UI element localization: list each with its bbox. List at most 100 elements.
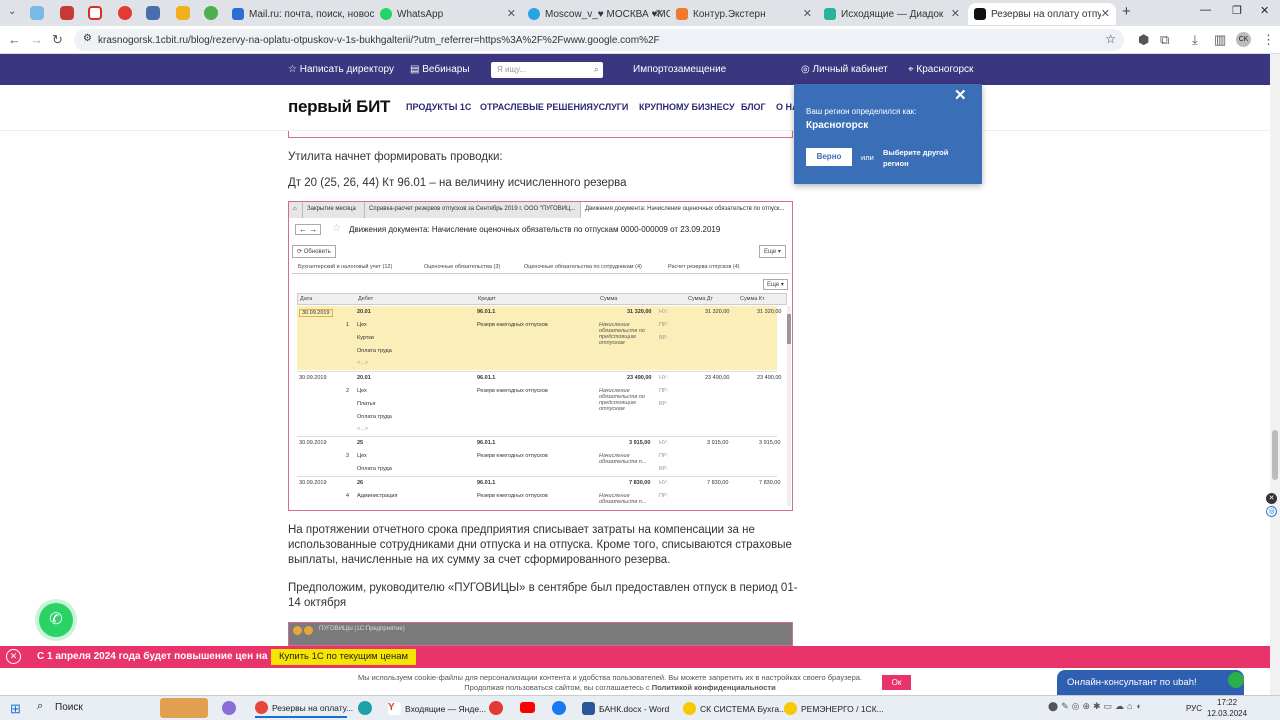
site-search-input[interactable]: Я ищу... ⌕	[491, 62, 603, 78]
import-substitution-link[interactable]: Импортозамещение	[633, 64, 726, 75]
home-icon: ⌂	[289, 202, 303, 218]
tab-search-icon[interactable]: ⌄	[8, 6, 16, 17]
phone-icon: ✆	[49, 611, 63, 628]
close-icon[interactable]: ✕	[6, 649, 21, 664]
menu-dots-icon[interactable]: ⋮	[1262, 32, 1275, 48]
taskbar-1c-remenergo[interactable]: РЕМЭНЕРГО / 1СК...	[784, 699, 884, 718]
side-widget-icon[interactable]: ◎	[1266, 506, 1277, 517]
yandex-browser-icon[interactable]	[489, 701, 503, 715]
previous-image-edge	[288, 131, 793, 138]
taskbar-word[interactable]: БАНК.docx - Word	[582, 699, 669, 718]
windows-start-icon[interactable]: ⊞	[10, 701, 21, 717]
nav-blog[interactable]: БЛОГ	[741, 102, 766, 112]
region-other-link[interactable]: Выберите другой регион	[883, 147, 963, 169]
minimize-button[interactable]: —	[1200, 4, 1211, 16]
search-icon[interactable]: ⌕	[37, 700, 43, 713]
nav-products[interactable]: ПРОДУКТЫ 1С	[406, 102, 471, 112]
close-icon[interactable]: ✕	[954, 86, 967, 104]
online-consultant-button[interactable]: Онлайн-консультант по ubah!	[1057, 670, 1244, 695]
pinned-tab-gmail[interactable]	[88, 6, 102, 20]
site-logo[interactable]: первый БИТ	[288, 97, 390, 117]
browser-tab-strip: ⌄ Mail.ru: почта, поиск, новости... What…	[0, 0, 1280, 26]
close-window-button[interactable]: ✕	[1260, 4, 1269, 17]
page-scrollbar[interactable]	[1270, 54, 1280, 695]
shot-subtabs: Бухгалтерский и налоговый учет (12) Оцен…	[292, 262, 790, 274]
region-confirm-button[interactable]: Верно	[806, 148, 852, 166]
scrollbar-thumb[interactable]	[1272, 430, 1278, 480]
site-favicon	[974, 8, 986, 20]
clock-time[interactable]: 17:22	[1217, 698, 1237, 707]
tab-kontur[interactable]: Контур.Экстерн ✕	[670, 3, 818, 25]
nav-industry[interactable]: ОТРАСЛЕВЫЕ РЕШЕНИЯ	[480, 102, 593, 112]
edge-icon[interactable]	[358, 701, 372, 715]
kontur-icon	[676, 8, 688, 20]
new-tab-button[interactable]: +	[1122, 3, 1131, 20]
taskbar-1c-sistema[interactable]: СК СИСТЕМА Бухга...	[683, 699, 786, 718]
shot-more-button: Еще ▾	[763, 279, 788, 290]
taskbar-yandex-mail[interactable]: Y Входящие — Янде...	[388, 699, 486, 718]
pinned-tab[interactable]	[30, 6, 44, 20]
reload-icon[interactable]: ↻	[52, 32, 63, 48]
browser-toolbar: ← → ↻ ⚙ krasnogorsk.1cbit.ru/blog/rezerv…	[0, 26, 1280, 54]
close-icon[interactable]: ✕	[951, 7, 960, 20]
facebook-icon[interactable]	[552, 701, 566, 715]
tab-active-blog[interactable]: Резервы на оплату отпусков в✕	[968, 3, 1116, 25]
pinned-tab[interactable]	[118, 6, 132, 20]
bookmark-star-icon[interactable]: ☆	[1105, 32, 1116, 46]
side-widget-close-icon[interactable]: ✕	[1266, 493, 1277, 504]
tab-telegram[interactable]: Moscow_v_♥ МОСКВА ♥МС ✕	[522, 3, 670, 25]
sidepanel-icon[interactable]: ▥	[1214, 32, 1226, 48]
close-icon[interactable]: ✕	[803, 7, 812, 20]
profile-avatar[interactable]: CK	[1236, 32, 1251, 47]
language-indicator[interactable]: РУС	[1186, 704, 1202, 713]
taskbar-chrome[interactable]: Резервы на оплату...	[255, 699, 353, 718]
mailru-icon	[232, 8, 244, 20]
maximize-button[interactable]: ❐	[1232, 4, 1242, 17]
site-info-icon[interactable]: ⚙	[83, 33, 92, 44]
youtube-icon[interactable]	[520, 702, 535, 713]
taskbar-widget-icon[interactable]	[160, 698, 208, 718]
city-selector[interactable]: ⌖ Красногорск	[908, 64, 973, 75]
shot-star-icon: ☆	[332, 223, 341, 234]
close-icon[interactable]: ✕	[507, 7, 516, 20]
shot-scrollbar	[787, 306, 791, 506]
shot-refresh-button: ⟳ Обновить	[292, 245, 336, 258]
search-icon[interactable]: ⌕	[594, 64, 599, 75]
write-director-link[interactable]: ☆ Написать директору	[288, 64, 394, 75]
url-text: krasnogorsk.1cbit.ru/blog/rezervy-na-opl…	[98, 34, 660, 46]
nav-enterprise[interactable]: КРУПНОМУ БИЗНЕСУ	[639, 102, 735, 112]
close-icon[interactable]: ✕	[655, 7, 664, 20]
privacy-link[interactable]: Политикой конфиденциальности	[652, 683, 776, 692]
close-icon[interactable]: ✕	[1101, 7, 1110, 20]
extensions-puzzle-icon[interactable]: ⧉	[1160, 32, 1169, 48]
forward-icon[interactable]: →	[30, 32, 43, 47]
whatsapp-float-button[interactable]: ✆	[39, 603, 73, 637]
download-icon[interactable]: ⤓	[1192, 32, 1198, 48]
clock-date[interactable]: 12.03.2024	[1207, 709, 1247, 718]
cabinet-link[interactable]: ◎ Личный кабинет	[801, 64, 888, 75]
pinned-tab[interactable]	[60, 6, 74, 20]
app-icon	[293, 626, 302, 635]
webinars-link[interactable]: ▤ Вебинары	[410, 64, 470, 75]
buy-1c-button[interactable]: Купить 1С по текущим ценам	[271, 649, 416, 665]
pinned-tab[interactable]	[204, 6, 218, 20]
price-promo-banner: ✕ С 1 апреля 2024 года будет повышение ц…	[0, 646, 1270, 668]
nav-services[interactable]: УСЛУГИ	[593, 102, 628, 112]
back-icon[interactable]: ←	[8, 32, 21, 47]
tab-mailru[interactable]: Mail.ru: почта, поиск, новости...	[226, 3, 374, 25]
tab-whatsapp[interactable]: WhatsApp ✕	[374, 3, 522, 25]
taskbar-search[interactable]: Поиск	[55, 702, 83, 713]
tray-icons[interactable]: ⬤✎◎⊕✱▭☁⌂◖	[1048, 701, 1144, 712]
tab-diadoc[interactable]: Исходящие — Диадок ✕	[818, 3, 966, 25]
pinned-tab[interactable]	[146, 6, 160, 20]
shot-subtab: Оценочные обязательства по сотрудникам (…	[524, 264, 642, 270]
extension-icon[interactable]: ⬢	[1138, 32, 1149, 48]
taskbar-app-icon[interactable]	[222, 701, 236, 715]
pinned-tab[interactable]	[176, 6, 190, 20]
address-bar[interactable]: ⚙ krasnogorsk.1cbit.ru/blog/rezervy-na-o…	[74, 29, 1124, 51]
cookie-ok-button[interactable]: Ок	[882, 675, 911, 690]
region-popup-text: Ваш регион определился как:	[806, 107, 917, 116]
cookie-notice: Мы используем cookie-файлы для персонали…	[0, 668, 1270, 695]
article-paragraph: Предположим, руководителю «ПУГОВИЦЫ» в с…	[288, 582, 798, 609]
app-icon	[304, 626, 313, 635]
